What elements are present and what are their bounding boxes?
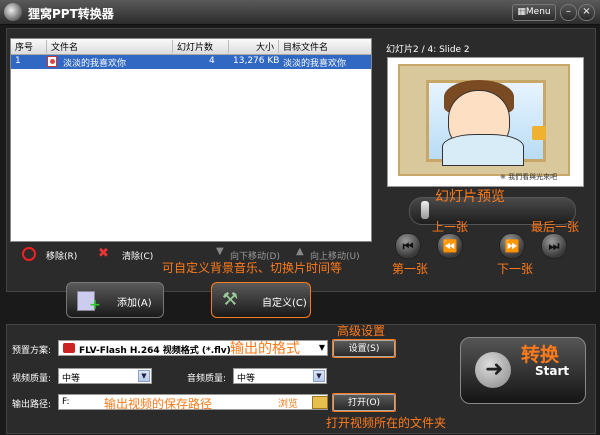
annotation-advanced: 高级设置 [337,324,386,338]
close-button[interactable]: × [578,4,595,21]
row-target: 淡淡的我喜欢你 [283,59,347,69]
audio-quality-value: 中等 [237,374,256,384]
slide-illustration [398,64,570,176]
file-list-header: 序号 文件名 幻灯片数 大小 目标文件名 [11,39,371,55]
video-quality-value: 中等 [62,374,81,384]
annotation-next: 下一张 [497,262,534,276]
ppt-file-icon [47,56,57,67]
move-down-icon[interactable]: ▼ [216,246,224,257]
video-quality-select[interactable]: 中等 ▼ [58,368,152,384]
next-slide-button[interactable]: ⏩ [499,233,525,259]
output-path-value: F: [62,397,70,407]
remove-icon[interactable] [22,247,36,261]
customize-button-label: 自定义(C) [262,298,307,309]
callout-open [332,393,396,412]
customize-button[interactable]: ⚒ 自定义(C) [211,282,311,318]
annotation-open-folder: 打开视频所在的文件夹 [326,416,447,430]
window-title: 狸窝PPT转换器 [28,7,114,21]
grid-icon: ▦ [517,7,526,17]
callout-settings [332,339,396,358]
column-slides[interactable]: 幻灯片数 [173,40,229,53]
chevron-down-icon: ▼ [313,370,325,382]
arrow-right-icon: ➜ [485,357,504,382]
row-size: 13,276 KB [233,56,280,66]
clear-icon[interactable]: ✖ [98,246,109,261]
table-row[interactable]: 1 淡淡的我喜欢你 4 13,276 KB 淡淡的我喜欢你 [11,55,371,69]
row-filename: 淡淡的我喜欢你 [63,59,127,69]
slide-caption: ※ 我們看與光來吧 [500,173,558,181]
preset-value: FLV-Flash H.264 视频格式 (*.flv) [79,346,231,356]
tools-icon: ⚒ [222,289,239,310]
column-index[interactable]: 序号 [11,40,47,53]
prev-slide-button[interactable]: ⏪ [437,233,463,259]
app-logo-icon [4,3,22,21]
add-button[interactable]: + 添加(A) [66,282,164,318]
row-slides: 4 [209,56,215,66]
clear-button[interactable]: 清除(C) [122,249,153,262]
annotation-prev: 上一张 [432,220,469,234]
illustration-shirt [442,134,524,166]
column-size[interactable]: 大小 [229,40,279,53]
preset-label: 预置方案: [12,346,52,356]
chevron-down-icon: ▼ [138,370,150,382]
menu-button[interactable]: ▦Menu [512,4,556,21]
first-slide-button[interactable]: ⏮ [395,233,421,259]
annotation-first: 第一张 [392,262,429,276]
video-quality-label: 视频质量: [12,374,52,384]
chevron-down-icon: ▼ [318,343,325,352]
column-target[interactable]: 目标文件名 [279,40,371,53]
annotation-format: 输出的格式 [230,341,300,357]
column-filename[interactable]: 文件名 [47,40,173,53]
seek-handle[interactable] [421,201,429,219]
audio-quality-select[interactable]: 中等 ▼ [233,368,327,384]
annotation-convert: 转换 [521,344,560,366]
row-index: 1 [15,56,21,66]
audio-quality-label: 音频质量: [187,374,227,384]
remove-button[interactable]: 移除(R) [46,249,77,262]
file-list[interactable]: 序号 文件名 幻灯片数 大小 目标文件名 1 淡淡的我喜欢你 4 13,276 … [10,38,372,242]
illustration-plant [532,126,546,140]
annotation-last: 最后一张 [531,220,580,234]
minimize-button[interactable]: – [560,4,577,21]
browse-label[interactable]: 浏览 [278,395,298,410]
add-button-label: 添加(A) [117,298,152,309]
plus-icon: + [89,297,101,313]
slide-preview: ※ 我們看與光來吧 [387,57,584,187]
annotation-save-path: 输出视频的保存路径 [104,397,213,411]
move-up-icon[interactable]: ▲ [296,246,304,257]
folder-icon[interactable] [312,396,328,409]
last-slide-button[interactable]: ⏭ [541,233,567,259]
flv-format-icon [63,343,75,353]
slide-counter: 幻灯片2 / 4: Slide 2 [386,45,470,55]
output-path-label: 输出路径: [12,400,52,410]
annotation-preview: 幻灯片预览 [435,189,505,205]
annotation-custom: 可自定义背景音乐、切换片时间等 [162,261,343,275]
